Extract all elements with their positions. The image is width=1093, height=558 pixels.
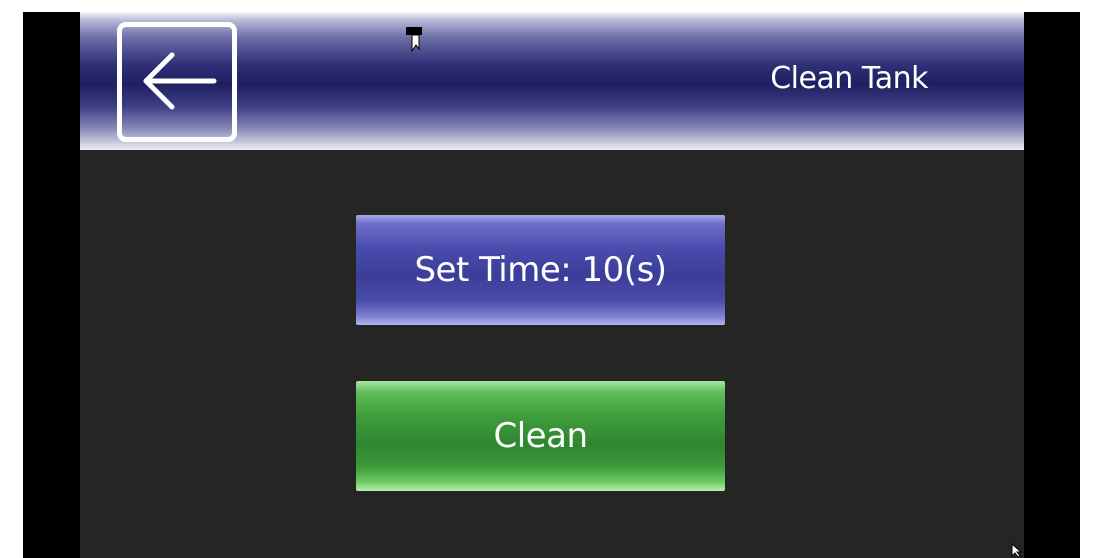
clean-tank-screen: Clean Tank Set Time: 10(s) Clean xyxy=(80,12,1024,558)
clean-button[interactable]: Clean xyxy=(356,381,725,491)
arrow-left-icon xyxy=(143,52,217,110)
pointer-cursor-icon xyxy=(1011,543,1023,558)
right-letterbox xyxy=(1024,12,1080,558)
page-title: Clean Tank xyxy=(770,61,928,96)
device-display: Clean Tank Set Time: 10(s) Clean xyxy=(0,0,1093,558)
header-bar: Clean Tank xyxy=(80,12,1024,150)
set-time-button[interactable]: Set Time: 10(s) xyxy=(356,215,725,325)
back-button[interactable] xyxy=(117,22,237,142)
mouse-cursor-icon xyxy=(406,27,422,53)
left-letterbox xyxy=(23,12,80,558)
